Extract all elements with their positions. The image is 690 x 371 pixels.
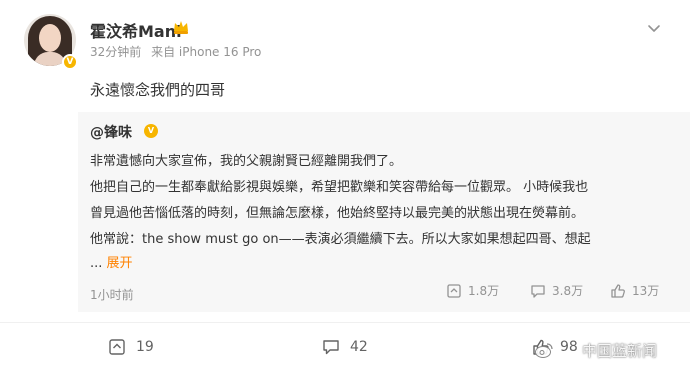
repost-count-label: 1.8万 [468,284,500,298]
crown-icon [174,21,188,34]
repost-text-line: 曾見過他苦惱低落的時刻，但無論怎麼樣，他始終堅持以最完美的狀態出現在熒幕前。 [90,206,585,221]
post-username[interactable]: 霍汶希Mani [90,18,182,42]
comment-button[interactable]: 42 [322,338,368,356]
like-count: 98 [560,339,578,355]
comment-icon [323,340,339,355]
comment-count: 42 [350,339,368,355]
verified-badge-icon: V [144,124,158,138]
avatar[interactable]: V [24,14,80,70]
repost-icon [109,339,125,355]
weibo-post-card: V 霍汶希Mani 32分钟前 来自 iPhone 16 Pro 永遠懷念我們的… [0,0,690,371]
like-count-label: 13万 [632,284,660,298]
repost-like-count[interactable]: 13万 [610,282,659,299]
ellipsis: ... [90,256,103,271]
repost-time[interactable]: 1小时前 [90,286,134,303]
chevron-down-icon[interactable] [644,18,664,38]
post-time[interactable]: 32分钟前 [90,45,141,59]
divider [0,322,690,323]
watermark-logo-icon [535,343,553,358]
repost-username[interactable]: @锋味 [90,122,132,142]
repost-text-line: 他把自己的一生都奉獻給影視與娛樂，希望把歡樂和笑容帶給每一位觀眾。 小時候我也 [90,180,589,195]
repost-comment-count[interactable]: 3.8万 [530,282,583,299]
post-meta: 32分钟前 来自 iPhone 16 Pro [90,43,261,60]
like-icon [611,283,625,298]
repost-text-line: ... 展开 [90,252,133,271]
repost-text-line: 他常說：the show must go on——表演必須繼續下去。所以大家如果… [90,232,591,247]
repost-count: 19 [136,339,154,355]
comment-count-label: 3.8万 [552,284,584,298]
comment-icon [531,284,545,298]
expand-link[interactable]: 展开 [107,256,133,271]
watermark-text: 中国蓝新闻 [582,342,658,360]
verified-badge-icon: V [62,54,78,70]
post-source: 来自 iPhone 16 Pro [151,45,262,59]
repost-repost-count[interactable]: 1.8万 [446,282,499,299]
repost-text-line: 非常遺憾向大家宣佈，我的父親謝賢已經離開我們了。 [90,154,403,169]
post-text: 永遠懷念我們的四哥 [90,81,226,99]
repost-box[interactable]: @锋味 V 非常遺憾向大家宣佈，我的父親謝賢已經離開我們了。 他把自己的一生都奉… [78,112,690,312]
repost-button[interactable]: 19 [108,338,154,356]
repost-icon [447,283,461,298]
